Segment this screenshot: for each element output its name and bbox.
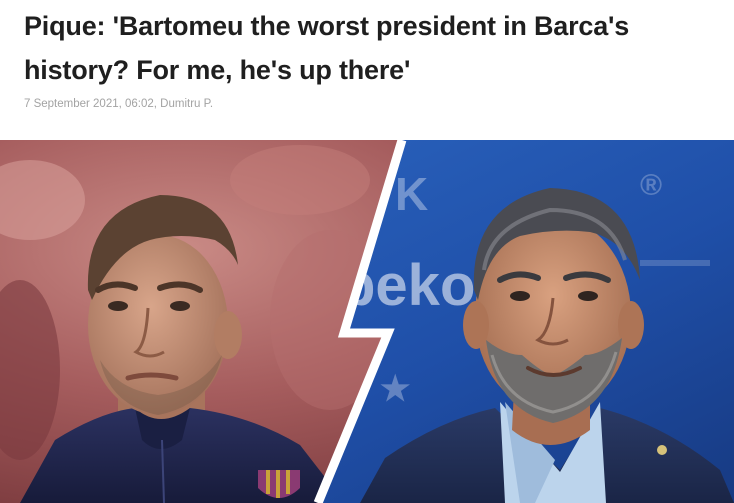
svg-text:K: K [395,168,428,220]
svg-text:®: ® [640,169,662,202]
article-meta: 7 September 2021, 06:02, Dumitru P. [24,98,214,110]
hero-image[interactable]: K ® beko ★ [0,140,734,503]
article-headline: Pique: 'Bartomeu the worst president in … [24,11,630,85]
lapel-pin-icon [657,445,667,455]
svg-text:★: ★ [380,370,410,408]
article: Pique: 'Bartomeu the worst president in … [0,0,734,503]
